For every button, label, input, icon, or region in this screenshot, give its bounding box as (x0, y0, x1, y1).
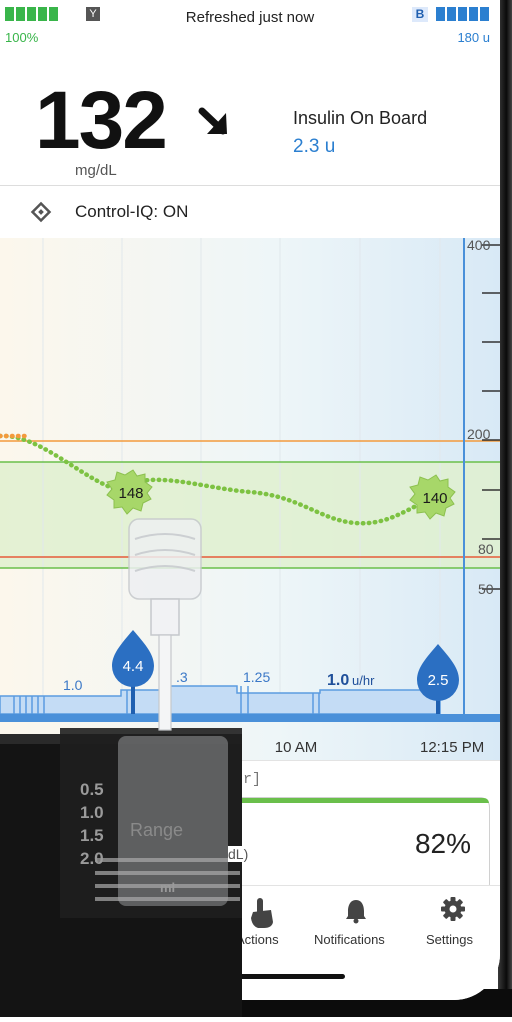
reading-label: 148 (118, 485, 143, 502)
time-label-1215pm: 12:15 PM (420, 739, 484, 756)
insulin-badge: B (412, 7, 428, 22)
nav-label: Actions (236, 932, 279, 947)
y-tick-80: 80 (478, 541, 494, 557)
time-in-range-percent: 82% (414, 828, 471, 859)
insulin-remaining: 180 u (457, 30, 490, 45)
status-bar: 100% Y Refreshed just now B 180 u (0, 0, 500, 48)
diamond-icon (30, 201, 52, 223)
bell-icon (346, 900, 366, 924)
glucose-chart[interactable]: 400 200 80 50 148 140 1.0 .3 1.25 1.0 u/… (0, 237, 500, 760)
iob-label: Insulin On Board (293, 108, 428, 128)
range-unit-hint: dL) (228, 846, 249, 862)
scale-unit: ml (160, 880, 176, 895)
target-range-band (0, 462, 500, 568)
glucose-unit: mg/dL (75, 162, 117, 179)
insulin-pump-device: 0.5 1.0 1.5 2.0 ml Range dL) (0, 728, 249, 1017)
nav-notifications[interactable]: Notifications (310, 894, 402, 949)
scale-mark: 2.0 (80, 849, 104, 868)
scale-mark: 1.0 (80, 803, 104, 822)
control-iq-status: Control-IQ: ON (75, 202, 189, 221)
pump-body (0, 728, 242, 1017)
scale-mark: 1.5 (80, 826, 104, 845)
y-tick-200: 200 (467, 426, 491, 442)
scale-mark: 0.5 (80, 780, 104, 799)
phone-edge-right (498, 0, 512, 1017)
gear-icon (441, 897, 465, 921)
time-label-10am: 10 AM (275, 739, 318, 756)
nav-label: Notifications (314, 932, 385, 947)
nav-settings[interactable]: Settings (420, 894, 486, 949)
y-tick-400: 400 (467, 238, 491, 253)
chart-canvas: 400 200 80 50 148 140 1.0 .3 1.25 1.0 u/… (0, 237, 500, 760)
cartridge-connector (128, 518, 202, 731)
cartridge-scale: 0.5 1.0 1.5 2.0 (80, 778, 104, 870)
basal-rate-current: 1.0 (327, 672, 349, 689)
glucose-value: 132 (35, 75, 168, 166)
y-tick-50: 50 (478, 581, 494, 597)
nav-label: Settings (426, 932, 473, 947)
hand-tap-icon (251, 898, 273, 928)
arrow-down-right-icon (198, 107, 227, 135)
basal-rate-unit: u/hr (352, 673, 375, 688)
range-label: Range (130, 820, 184, 840)
battery-percent: 100% (5, 30, 39, 45)
iob-value: 2.3 u (293, 136, 336, 157)
bolus-label: 2.5 (428, 672, 449, 689)
basal-rate-label: 1.25 (243, 669, 270, 685)
reading-label: 140 (422, 490, 447, 507)
control-iq-row[interactable]: Control-IQ: ON (0, 186, 500, 238)
basal-rate-label: 1.0 (63, 677, 83, 693)
